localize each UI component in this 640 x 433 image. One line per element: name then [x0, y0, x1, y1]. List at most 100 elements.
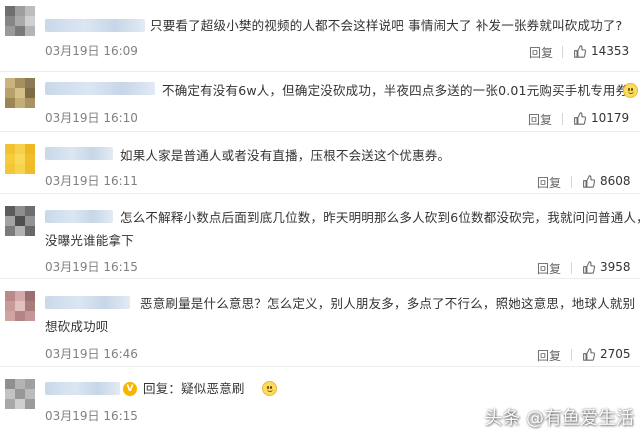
avatar-pixel	[5, 389, 15, 399]
reply-button[interactable]: 回复	[528, 111, 552, 128]
avatar-pixel	[25, 216, 35, 226]
username[interactable]	[45, 296, 130, 309]
username[interactable]	[45, 19, 145, 32]
divider	[571, 349, 572, 361]
reply-button[interactable]: 回复	[537, 260, 561, 277]
avatar-pixel	[15, 26, 25, 36]
username[interactable]	[45, 82, 155, 95]
comment-time: 03月19日 16:11	[45, 174, 138, 188]
comment-item: 怎么不解释小数点后面到底几位数，昨天明明那么多人砍到6位数都没砍完，我就问问普通…	[0, 194, 640, 279]
avatar-pixel	[5, 301, 15, 311]
comment-text-line-1: 怎么不解释小数点后面到底几位数，昨天明明那么多人砍到6位数都没砍完，我就问问普通…	[120, 210, 640, 225]
avatar-pixel	[15, 98, 25, 108]
avatar-pixel	[25, 379, 35, 389]
like-button[interactable]: 8608	[582, 174, 631, 188]
avatar-pixel	[25, 98, 35, 108]
thumbs-up-icon	[583, 260, 595, 274]
avatar-pixel	[15, 206, 25, 216]
avatar-pixel	[25, 26, 35, 36]
avatar-pixel	[25, 311, 35, 321]
avatar-pixel	[5, 164, 15, 174]
like-button[interactable]: 3958	[582, 260, 631, 274]
comment-time: 03月19日 16:09	[45, 44, 138, 58]
avatar[interactable]	[5, 206, 35, 236]
avatar-pixel	[15, 144, 25, 154]
comment-text-line-1: 恶意刷量是什么意思？怎么定义，别人朋友多，多点了不行么，照她这意思，地球人就别	[140, 296, 636, 311]
like-button[interactable]: 14353	[573, 44, 629, 58]
like-count: 2705	[600, 347, 631, 361]
reply-button[interactable]: 回复	[537, 347, 561, 364]
avatar-pixel	[25, 389, 35, 399]
avatar-pixel	[25, 6, 35, 16]
avatar-pixel	[25, 154, 35, 164]
avatar[interactable]	[5, 379, 35, 409]
thumbs-up-icon	[574, 44, 586, 58]
avatar-pixel	[15, 311, 25, 321]
like-count: 14353	[591, 44, 630, 58]
avatar-pixel	[15, 216, 25, 226]
thumbs-up-icon	[583, 174, 595, 188]
comment-item: 恶意刷量是什么意思？怎么定义，别人朋友多，多点了不行么，照她这意思，地球人就别 …	[0, 279, 640, 367]
comment-text: 不确定有没有6w人，但确定没砍成功，半夜四点多送的一张0.01元购买手机专用券	[162, 83, 629, 98]
avatar-pixel	[5, 226, 15, 236]
comment-time: 03月19日 16:15	[45, 260, 138, 274]
avatar-pixel	[15, 389, 25, 399]
comment-item: 不确定有没有6w人，但确定没砍成功，半夜四点多送的一张0.01元购买手机专用券 …	[0, 72, 640, 132]
like-count: 10179	[591, 111, 630, 125]
avatar-pixel	[15, 164, 25, 174]
like-count: 8608	[600, 174, 631, 188]
reply-button[interactable]: 回复	[529, 44, 553, 61]
comment-text-line-2: 没曝光谁能拿下	[45, 233, 134, 248]
avatar-pixel	[15, 78, 25, 88]
avatar-pixel	[25, 16, 35, 26]
grin-emoji	[262, 381, 277, 396]
avatar-pixel	[25, 144, 35, 154]
like-button[interactable]: 10179	[573, 111, 629, 125]
avatar-pixel	[25, 88, 35, 98]
watermark: 头条 @有鱼爱生活	[484, 408, 634, 429]
username[interactable]	[45, 147, 113, 160]
reply-button[interactable]: 回复	[537, 174, 561, 191]
username[interactable]	[45, 382, 120, 395]
avatar-pixel	[5, 6, 15, 16]
avatar-pixel	[5, 311, 15, 321]
avatar[interactable]	[5, 291, 35, 321]
avatar-pixel	[25, 164, 35, 174]
avatar-pixel	[25, 226, 35, 236]
comment-text: 只要看了超级小樊的视频的人都不会这样说吧 事情闹大了 补发一张券就叫砍成功了?	[150, 18, 623, 33]
like-button[interactable]: 2705	[582, 347, 631, 361]
username[interactable]	[45, 210, 113, 223]
avatar-pixel	[25, 301, 35, 311]
verified-badge-icon: V	[123, 382, 137, 396]
avatar-pixel	[5, 16, 15, 26]
avatar-pixel	[25, 399, 35, 409]
comment-list: 只要看了超级小樊的视频的人都不会这样说吧 事情闹大了 补发一张券就叫砍成功了? …	[0, 0, 640, 433]
avatar-pixel	[15, 16, 25, 26]
avatar-pixel	[15, 88, 25, 98]
avatar[interactable]	[5, 78, 35, 108]
avatar-pixel	[25, 291, 35, 301]
avatar-pixel	[15, 226, 25, 236]
thumbs-up-icon	[583, 347, 595, 361]
avatar-pixel	[5, 206, 15, 216]
comment-time: 03月19日 16:15	[45, 409, 138, 423]
avatar-pixel	[25, 206, 35, 216]
comment-time: 03月19日 16:46	[45, 347, 138, 361]
grin-emoji	[623, 83, 638, 98]
comment-text: 回复：疑似恶意刷	[143, 381, 245, 396]
comment-item: 如果人家是普通人或者没有直播，压根不会送这个优惠券。 03月19日 16:11 …	[0, 132, 640, 194]
avatar-pixel	[5, 78, 15, 88]
divider	[562, 46, 563, 58]
avatar-pixel	[15, 301, 25, 311]
avatar-pixel	[5, 379, 15, 389]
thumbs-up-icon	[574, 111, 586, 125]
comment-text-line-2: 想砍成功呗	[45, 319, 109, 334]
avatar[interactable]	[5, 144, 35, 174]
avatar-pixel	[15, 291, 25, 301]
avatar[interactable]	[5, 6, 35, 36]
avatar-pixel	[15, 6, 25, 16]
avatar-pixel	[15, 154, 25, 164]
avatar-pixel	[5, 216, 15, 226]
avatar-pixel	[15, 399, 25, 409]
divider	[571, 176, 572, 188]
